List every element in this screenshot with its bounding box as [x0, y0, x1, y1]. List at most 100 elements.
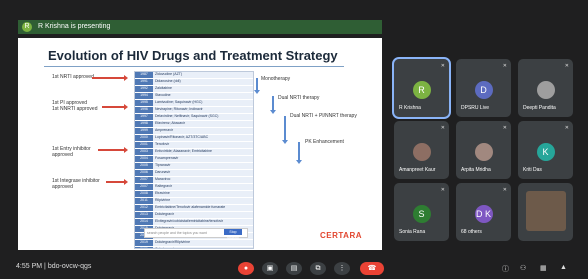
row-year: 1998 — [135, 121, 153, 127]
muted-mic-icon: ✕ — [440, 63, 445, 69]
row-drugs: Raltegravir — [155, 184, 172, 188]
label-first-integrase: 1st Integrase inhibitor approved — [52, 178, 100, 190]
row-drugs: Efavirenz; Abacavir — [155, 121, 185, 125]
table-row: 1987 Zidovudine (AZT) — [135, 72, 253, 79]
leave-call-button[interactable]: ☎ — [360, 262, 384, 275]
participant-avatar: D K — [474, 205, 493, 223]
table-row: 1991 Didanosine (ddI) — [135, 79, 253, 86]
people-icon: ⚇ — [520, 265, 527, 272]
present-button[interactable]: ⧉ — [310, 262, 326, 275]
more-options-button[interactable]: ⋮ — [334, 262, 350, 275]
meeting-code: bdo-ovcw-qgs — [47, 263, 92, 270]
participant-name: Amanpreet Kaur — [399, 167, 436, 173]
participant-avatar: D — [474, 81, 493, 99]
table-row: 2011 Rilpivirine — [135, 198, 253, 205]
row-drugs: Maraviroc — [155, 177, 171, 181]
table-row: 2012 Emtricitabine/Tenofovir alafenamide … — [135, 205, 253, 212]
participant-tile[interactable]: D K 68 others ✕ — [456, 183, 511, 241]
chat-icon: ▦ — [540, 265, 547, 272]
arrow-dual-nrti-pi — [282, 116, 288, 144]
table-row: 1998 Efavirenz; Abacavir — [135, 121, 253, 128]
table-row: 2019 Dolutegravir/Rilpivirine — [135, 240, 253, 247]
row-drugs: Dolutegravir — [155, 212, 174, 216]
participant-tile[interactable]: S Sonia Rana ✕ — [394, 183, 449, 241]
row-year: 2007 — [135, 184, 153, 190]
participant-name: Deepti Pandita — [523, 105, 556, 111]
camera-button[interactable]: ▣ — [262, 262, 278, 275]
table-row: 2020 Cabotegravir — [135, 247, 253, 248]
arrow-first-pi — [102, 104, 128, 110]
table-row: 1999 Amprenavir — [135, 128, 253, 135]
participant-tile[interactable]: Arpita Mridha ✕ — [456, 121, 511, 179]
mic-off-button[interactable]: ● — [238, 262, 254, 275]
row-year: 2008 — [135, 191, 153, 197]
table-row: 2014 Elvitegravir/cobicistat/emtricitabin… — [135, 219, 253, 226]
row-year: 2011 — [135, 198, 153, 204]
presenting-text: R Krishna is presenting — [38, 23, 111, 30]
activities-button[interactable]: ▲ — [560, 264, 567, 271]
row-drugs: Zalcitabine — [155, 86, 172, 90]
certara-logo: CERTARA — [319, 231, 362, 240]
row-year: 2003 — [135, 149, 153, 155]
arrow-pk — [296, 142, 302, 164]
info-button[interactable]: ⓘ — [502, 264, 509, 274]
participant-avatar — [412, 143, 431, 161]
participant-tile[interactable] — [518, 183, 573, 241]
participant-tile[interactable]: Deepti Pandita ✕ — [518, 59, 573, 117]
people-button[interactable]: ⚇ — [520, 264, 526, 272]
slide-title: Evolution of HIV Drugs and Treatment Str… — [48, 48, 338, 63]
participant-avatar — [525, 191, 566, 231]
table-row: 2013 Dolutegravir — [135, 212, 253, 219]
row-drugs: Lamivudine; Saquinavir (HGC) — [155, 100, 203, 104]
row-drugs: Didanosine (ddI) — [155, 79, 181, 83]
participant-avatar — [536, 81, 555, 99]
participant-name: R Krishna — [399, 105, 421, 111]
table-row: 2005 Tipranavir — [135, 163, 253, 170]
row-drugs: Amprenavir — [155, 128, 173, 132]
label-first-pi-nnrti: 1st PI approved 1st NNRTI approved — [52, 100, 98, 112]
mic-off-icon: ● — [243, 265, 249, 272]
row-year: 2005 — [135, 163, 153, 169]
row-drugs: Etravirine — [155, 191, 170, 195]
info-icon: ⓘ — [502, 266, 509, 273]
row-year: 2019 — [135, 240, 153, 246]
row-drugs: Darunavir — [155, 170, 171, 174]
row-year: 1992 — [135, 86, 153, 92]
muted-mic-icon: ✕ — [440, 187, 445, 193]
captions-button[interactable]: ▤ — [286, 262, 302, 275]
table-row: 2007 Maraviroc — [135, 177, 253, 184]
participant-tile[interactable]: R R Krishna ✕ — [392, 57, 451, 119]
table-row: 2001 Tenofovir — [135, 142, 253, 149]
chat-button[interactable]: ▦ — [540, 264, 547, 272]
table-row: 2004 Fosamprenavir — [135, 156, 253, 163]
row-year: 2004 — [135, 156, 153, 162]
muted-mic-icon: ✕ — [502, 187, 507, 193]
stage-dual-nrti-pi: Dual NRTI + PI/NNRT therapy — [290, 113, 357, 119]
label-first-nrti: 1st NRTI approved — [52, 74, 94, 80]
participant-name: DPSRU Live — [461, 105, 490, 111]
slide-search-button[interactable]: Stop sharing — [224, 229, 242, 240]
row-year: 2000 — [135, 135, 153, 141]
more-options-icon: ⋮ — [338, 265, 346, 272]
participant-name: 68 others — [461, 229, 482, 235]
arrow-first-integrase — [106, 179, 128, 185]
stage-monotherapy: Monotherapy — [261, 76, 291, 82]
meeting-info: 4:55 PM | bdo-ovcw-qgs — [16, 263, 91, 270]
presenter-avatar: R — [22, 22, 32, 32]
participant-tile[interactable]: Amanpreet Kaur ✕ — [394, 121, 449, 179]
table-row: 1997 Delavirdine; Nelfinavir; Saquinavir … — [135, 114, 253, 121]
row-drugs: Stavudine — [155, 93, 171, 97]
row-drugs: Emtricitabine/Tenofovir alafenamide fuma… — [155, 205, 226, 209]
activities-icon: ▲ — [560, 264, 567, 271]
participant-avatar — [474, 143, 493, 161]
table-row: 2003 Enfuvirtide; Atazanavir; Emtricitabi… — [135, 149, 253, 156]
participant-tile[interactable]: D DPSRU Live ✕ — [456, 59, 511, 117]
muted-mic-icon: ✕ — [564, 125, 569, 131]
row-drugs: Lopinavir/Ritonavir; AZT/3TC/ABC — [155, 135, 209, 139]
stage-pk-enhancement: PK Enhancement — [305, 139, 344, 145]
arrow-first-entry — [98, 147, 128, 153]
row-year: 1997 — [135, 114, 153, 120]
participant-tile[interactable]: K Kriti Das ✕ — [518, 121, 573, 179]
participant-name: Sonia Rana — [399, 229, 426, 235]
table-row: 1994 Stavudine — [135, 93, 253, 100]
